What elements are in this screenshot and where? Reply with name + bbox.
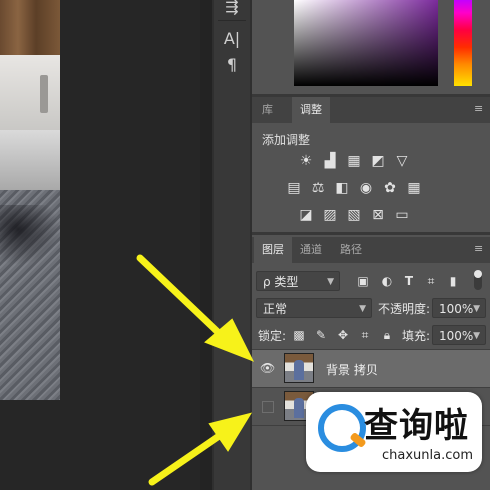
search-logo-icon: [318, 404, 366, 452]
arrow-to-hidden-layer: [148, 430, 226, 486]
watermark-badge: 查询啦 chaxunla.com: [306, 392, 482, 472]
arrow-head-lower: [208, 412, 253, 452]
watermark-text: 查询啦: [364, 406, 469, 446]
arrow-to-visible-layer: [136, 254, 226, 340]
watermark-url: chaxunla.com: [382, 448, 473, 463]
